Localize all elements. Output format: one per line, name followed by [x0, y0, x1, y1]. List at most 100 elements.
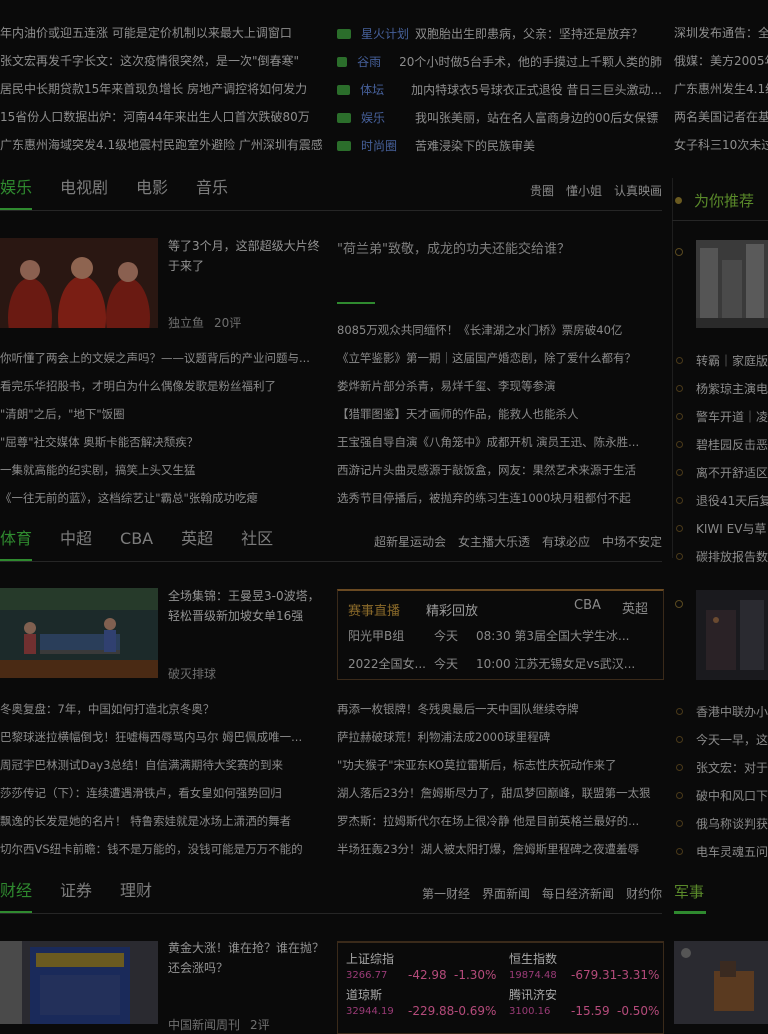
news-item[interactable]: 时尚圈 苦难浸染下的民族审美: [337, 137, 662, 154]
news-item[interactable]: 张文宏再发千字长文：这次疫情很突然，是一次"倒春寒": [0, 53, 322, 69]
ent-news-item[interactable]: 《立竿鉴影》第一期｜这届国产婚恋剧，除了爱什么都有？: [337, 350, 662, 366]
link-guiquan[interactable]: 贵圈: [530, 182, 554, 199]
news-item[interactable]: 年内油价或迎五连涨 可能是定价机制以来最大上调窗口: [0, 25, 322, 41]
ent-news-item[interactable]: 《一往无前的蓝》，这档综艺让"霸总"张翰成功吃瘪: [0, 490, 325, 506]
link-nbd[interactable]: 每日经济新闻: [542, 885, 614, 902]
news-item[interactable]: 娱乐 我叫张美丽，站在名人富商身边的00后女保镖: [337, 109, 662, 126]
box-tab-epl[interactable]: 英超: [622, 598, 648, 617]
sidebar-news-item[interactable]: 碳排放报告数: [696, 548, 768, 565]
sidebar-news-item[interactable]: 退役41天后复: [696, 492, 768, 509]
recommend-image-1[interactable]: [696, 240, 768, 328]
ent-feature-caption[interactable]: 等了3个月，这部超级大片终于来了: [168, 236, 324, 276]
finance-feature-image[interactable]: [0, 941, 158, 1024]
sidebar-news-item[interactable]: 电车灵魂五问: [696, 843, 768, 860]
sidebar-news-item[interactable]: 香港中联办小: [696, 703, 768, 720]
sidebar-news-item[interactable]: 今天一早，这: [696, 731, 768, 748]
news-item[interactable]: 广东惠州海域突发4.1级地震村民跑室外避险 广州深圳有震感: [0, 137, 322, 153]
sidebar-news-item[interactable]: 俄乌称谈判获: [696, 815, 768, 832]
ent-news-item[interactable]: 你听懂了两会上的文娱之声吗？——议题背后的产业问题与...: [0, 350, 325, 366]
sidebar-news-item[interactable]: 转霸｜家庭版: [696, 352, 768, 369]
box-tab-cba[interactable]: CBA: [574, 598, 601, 613]
link-yicai[interactable]: 第一财经: [422, 885, 470, 902]
news-category[interactable]: 体坛: [360, 81, 401, 98]
sidebar-news-item[interactable]: KIWI EV与草: [696, 520, 768, 537]
tab-community[interactable]: 社区: [241, 529, 273, 549]
link-supernova[interactable]: 超新星运动会: [374, 533, 446, 550]
news-item[interactable]: 体坛 加内特球衣5号球衣正式退役 昔日三巨头激动...: [337, 81, 662, 98]
tab-securities[interactable]: 证券: [60, 881, 92, 901]
tab-sports[interactable]: 体育: [0, 529, 32, 549]
sports-news-item[interactable]: 飘逸的长发是她的名片！ 特鲁索娃就是冰场上潇洒的舞者: [0, 813, 325, 829]
ent-news-item[interactable]: "屈尊"社交媒体 奥斯卡能否解决颓疾？: [0, 434, 325, 450]
news-item[interactable]: 谷雨 20个小时做5台手术，他的手摸过上千颗人类的肺: [337, 53, 662, 70]
news-headline[interactable]: 20个小时做5台手术，他的手摸过上千颗人类的肺: [399, 53, 662, 70]
ent-news-item[interactable]: 8085万观众共同缅怀！《长津湖之水门桥》票房破40亿: [337, 322, 662, 338]
link-jiemian[interactable]: 界面新闻: [482, 885, 530, 902]
news-item[interactable]: 深圳发布通告：全: [674, 25, 768, 41]
sports-news-item[interactable]: "功夫猴子"宋亚东KO莫拉雷斯后，标志性庆祝动作来了: [337, 757, 662, 773]
tab-tv[interactable]: 电视剧: [60, 178, 108, 198]
news-item[interactable]: 两名美国记者在基: [674, 109, 768, 125]
ent-headline[interactable]: "荷兰弟"致敬，成龙的功夫还能交给谁？: [337, 238, 570, 257]
tab-finance[interactable]: 财经: [0, 881, 32, 901]
sports-news-item[interactable]: 莎莎传记（下）：连续遭遇滑铁卢，看女皇如何强势回归: [0, 785, 325, 801]
link-anchor-lotto[interactable]: 女主播大乐透: [458, 533, 530, 550]
link-midfield[interactable]: 中场不安定: [602, 533, 662, 550]
link-renzhen[interactable]: 认真映画: [614, 182, 662, 199]
sports-news-item[interactable]: 冬奥复盘：7年，中国如何打造北京冬奥？: [0, 701, 325, 717]
sports-news-item[interactable]: 半场狂轰23分！湖人被太阳打爆，詹姆斯里程碑之夜遭羞辱: [337, 841, 662, 857]
news-item[interactable]: 广东惠州发生4.1级: [674, 81, 768, 97]
news-category[interactable]: 时尚圈: [361, 137, 405, 154]
sports-news-item[interactable]: 巴黎球迷拉横幅倒戈！狂嘘梅西辱骂内马尔 姆巴佩成唯一...: [0, 729, 325, 745]
stock-name[interactable]: 腾讯济安: [509, 986, 557, 1003]
news-category[interactable]: 谷雨: [357, 53, 389, 70]
ent-news-item[interactable]: 看完乐华招股书，才明白为什么偶像发歌是粉丝福利了: [0, 378, 325, 394]
finance-feature-comments[interactable]: 2评: [250, 1016, 270, 1033]
news-headline[interactable]: 双胞胎出生即患病，父亲：坚持还是放弃？: [415, 25, 643, 42]
sports-news-item[interactable]: 切尔西VS纽卡前瞻：钱不是万能的，没钱可能是万万不能的: [0, 841, 325, 857]
stock-name[interactable]: 上证综指: [346, 950, 394, 967]
tab-cba[interactable]: CBA: [120, 529, 153, 549]
ent-news-item[interactable]: 王宝强自导自演《八角笼中》成都开机 演员王迅、陈永胜...: [337, 434, 662, 450]
ent-feature-comments[interactable]: 20评: [214, 314, 241, 331]
match-info[interactable]: 10:00 江苏无锡女足vs武汉...: [476, 655, 656, 672]
news-category[interactable]: 娱乐: [361, 109, 405, 126]
ent-news-item[interactable]: 娄烨新片部分杀青，易烊千玺、李现等参演: [337, 378, 662, 394]
recommend-image-2[interactable]: [696, 590, 768, 680]
ent-feature-image[interactable]: [0, 238, 158, 328]
tab-replay[interactable]: 精彩回放: [426, 600, 478, 619]
match-event[interactable]: 2022全国女...: [348, 655, 430, 672]
tab-csl[interactable]: 中超: [60, 529, 92, 549]
match-info[interactable]: 08:30 第3届全国大学生冰...: [476, 627, 656, 644]
link-caiyueni[interactable]: 财约你: [626, 885, 662, 902]
ent-news-item[interactable]: "清朗"之后，"地下"饭圈: [0, 406, 325, 422]
sidebar-news-item[interactable]: 破中和风口下: [696, 787, 768, 804]
sidebar-news-item[interactable]: 张文宏：对于: [696, 759, 768, 776]
sports-feature-image[interactable]: [0, 588, 158, 678]
news-headline[interactable]: 加内特球衣5号球衣正式退役 昔日三巨头激动...: [411, 81, 662, 98]
tab-movie[interactable]: 电影: [136, 178, 168, 198]
ent-news-item[interactable]: 一集就高能的纪实剧，搞笑上头又生猛: [0, 462, 325, 478]
match-event[interactable]: 阳光甲B组: [348, 627, 430, 644]
tab-epl[interactable]: 英超: [181, 529, 213, 549]
news-item[interactable]: 居民中长期贷款15年来首现负增长 房地产调控将如何发力: [0, 81, 322, 97]
finance-feature-caption[interactable]: 黄金大涨！谁在抢？谁在抛？还会涨吗？: [168, 938, 324, 978]
sports-news-item[interactable]: 湖人落后23分！詹姆斯尽力了，甜瓜梦回巅峰，联盟第一太狠: [337, 785, 662, 801]
news-category[interactable]: 星火计划: [361, 25, 409, 42]
news-item[interactable]: 女子科三10次未过: [674, 137, 768, 153]
stock-name[interactable]: 恒生指数: [509, 950, 557, 967]
sidebar-news-item[interactable]: 杨紫琼主演电: [696, 380, 768, 397]
news-headline[interactable]: 我叫张美丽，站在名人富商身边的00后女保镖: [415, 109, 658, 126]
sidebar-news-item[interactable]: 离不开舒适区: [696, 464, 768, 481]
stock-name[interactable]: 道琼斯: [346, 986, 382, 1003]
tab-ent[interactable]: 娱乐: [0, 178, 32, 198]
ent-news-item[interactable]: 【猎罪图鉴】天才画师的作品，能救人也能杀人: [337, 406, 662, 422]
sports-news-item[interactable]: 再添一枚银牌！冬残奥最后一天中国队继续夺牌: [337, 701, 662, 717]
news-headline[interactable]: 苦难浸染下的民族审美: [415, 137, 535, 154]
sports-news-item[interactable]: 罗杰斯：拉姆斯代尔在场上很冷静 他是目前英格兰最好的...: [337, 813, 662, 829]
tab-wealth[interactable]: 理财: [120, 881, 152, 901]
link-dongxiaojie[interactable]: 懂小姐: [566, 182, 602, 199]
sports-news-item[interactable]: 周冠宇巴林测试Day3总结！自信满满期待大奖赛的到来: [0, 757, 325, 773]
tab-live[interactable]: 赛事直播: [348, 600, 400, 619]
news-item[interactable]: 15省份人口数据出炉：河南44年来出生人口首次跌破80万: [0, 109, 322, 125]
